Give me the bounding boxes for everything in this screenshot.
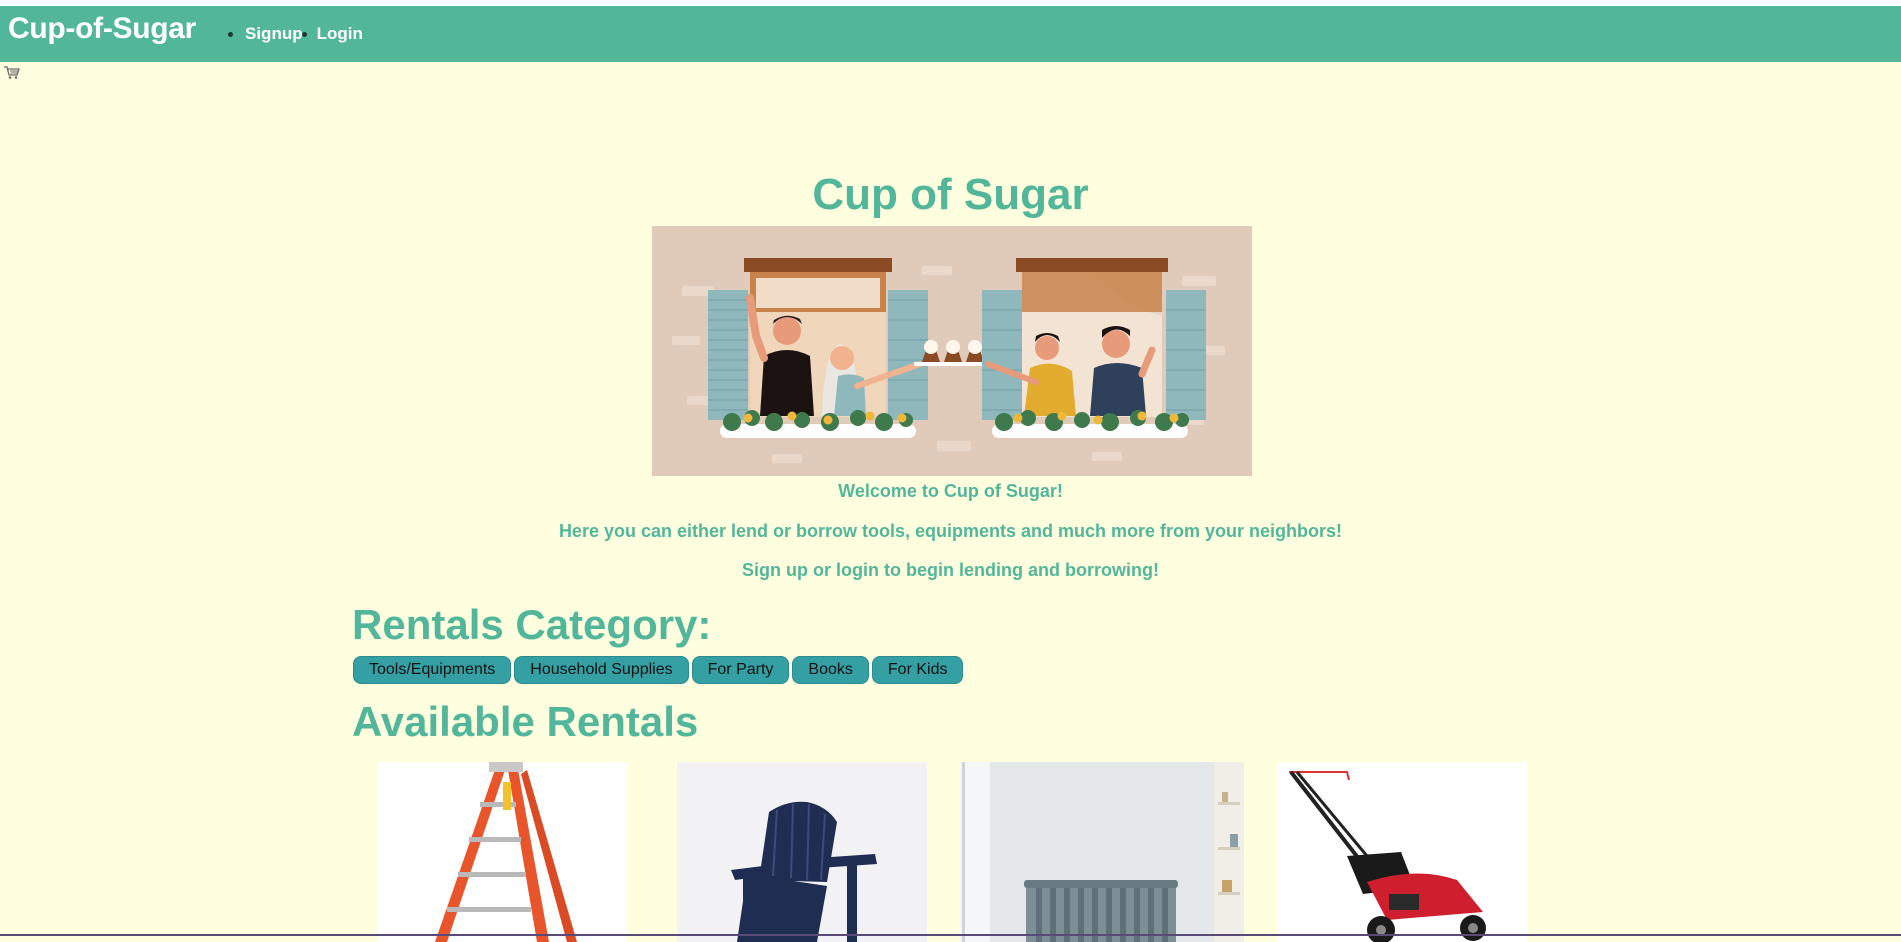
rental-card-crib[interactable] [960, 762, 1244, 942]
welcome-text: Welcome to Cup of Sugar! [838, 481, 1063, 501]
ladder-icon [377, 762, 627, 942]
category-household-button[interactable]: Household Supplies [514, 656, 689, 684]
rental-card-ladder[interactable] [377, 762, 627, 942]
category-party-button[interactable]: For Party [691, 656, 790, 684]
available-rentals-heading: Available Rentals [352, 698, 699, 745]
category-books-button[interactable]: Books [792, 656, 869, 684]
cart-icon[interactable] [3, 65, 21, 80]
rental-card-mower[interactable] [1277, 762, 1527, 942]
bullet-icon [228, 31, 233, 37]
login-link[interactable]: Login [317, 24, 363, 44]
nav-item-signup: Signup [228, 24, 303, 44]
lawn-mower-icon [1277, 762, 1527, 942]
category-kids-button[interactable]: For Kids [871, 656, 964, 684]
crib-icon [960, 762, 1244, 942]
category-tools-button[interactable]: Tools/Equipments [353, 656, 512, 684]
bullet-icon [301, 31, 307, 37]
signup-link[interactable]: Signup [245, 24, 303, 44]
cta-text: Sign up or login to begin lending and bo… [742, 560, 1159, 580]
rental-card-chair[interactable] [677, 762, 927, 942]
navbar: Cup-of-Sugar Signup Login [0, 6, 1901, 62]
nav-item-login: Login [301, 24, 363, 44]
nav-links: Signup Login [228, 24, 363, 44]
hero-illustration [652, 226, 1252, 476]
adirondack-chair-icon [677, 762, 927, 942]
brand-link[interactable]: Cup-of-Sugar [8, 12, 196, 46]
description-text: Here you can either lend or borrow tools… [558, 521, 1343, 541]
category-buttons: Tools/Equipments Household Supplies For … [353, 656, 966, 684]
page-title: Cup of Sugar [812, 170, 1089, 219]
rentals-category-heading: Rentals Category: [352, 601, 712, 648]
